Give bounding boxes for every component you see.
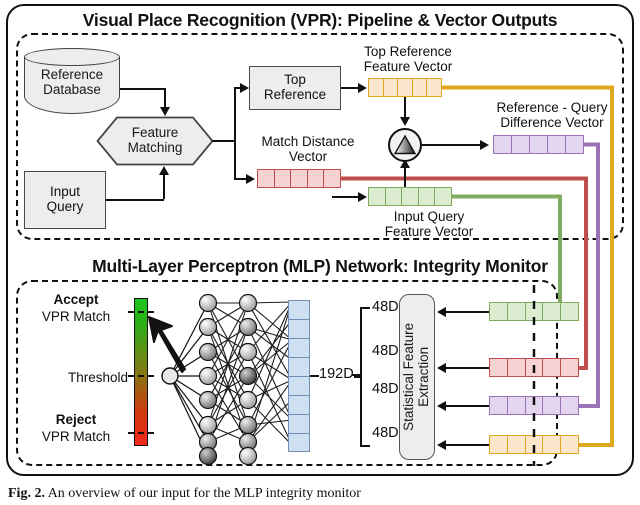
figure-root: Visual Place Recognition (VPR): Pipeline… xyxy=(0,0,640,505)
caption-text: An overview of our input for the MLP int… xyxy=(47,486,361,501)
panel-dashed-overlay xyxy=(532,285,536,466)
caption-bold: Fig. 2. xyxy=(8,486,45,501)
figure-caption: Fig. 2. An overview of our input for the… xyxy=(8,486,632,502)
